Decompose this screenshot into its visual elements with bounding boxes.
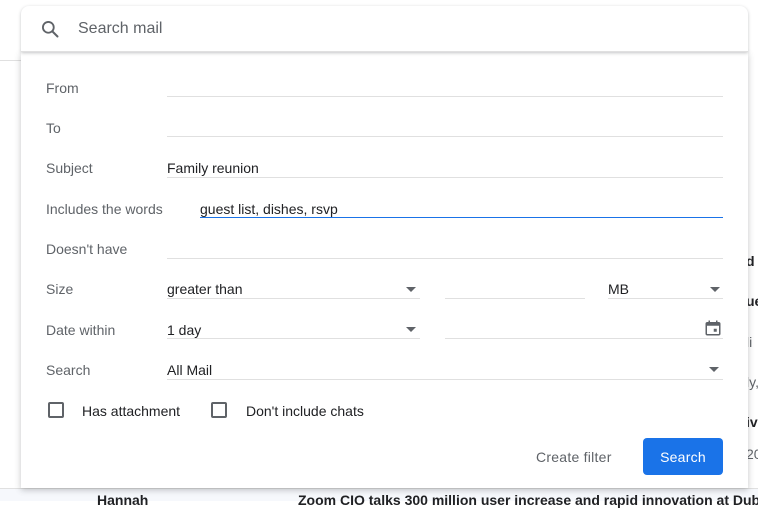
search-input[interactable] bbox=[78, 19, 678, 38]
chevron-down-icon bbox=[406, 327, 416, 332]
search-bar bbox=[21, 6, 748, 52]
subject-label: Subject bbox=[46, 160, 93, 176]
no-chats-label: Don't include chats bbox=[246, 403, 364, 419]
date-within-select[interactable] bbox=[167, 317, 420, 339]
includes-value: guest list, dishes, rsvp bbox=[200, 201, 338, 217]
has-attachment-label: Has attachment bbox=[82, 403, 181, 419]
doesnt-have-field[interactable] bbox=[167, 237, 723, 259]
inbox-divider bbox=[0, 60, 22, 61]
search-in-value: All Mail bbox=[167, 362, 213, 378]
doesnt-have-label: Doesn't have bbox=[46, 241, 128, 257]
no-chats-checkbox[interactable] bbox=[211, 402, 227, 418]
advanced-search-panel: From To Subject Family reunion Includes … bbox=[21, 52, 748, 488]
search-in-select[interactable] bbox=[167, 358, 723, 380]
size-comparator-value: greater than bbox=[167, 281, 243, 297]
inbox-row-sender: Hannah bbox=[97, 492, 149, 508]
inbox-row-subject: Zoom CIO talks 300 million user increase… bbox=[298, 492, 758, 508]
date-field[interactable] bbox=[445, 317, 723, 339]
chevron-down-icon bbox=[710, 287, 720, 292]
size-value-field[interactable] bbox=[445, 277, 585, 299]
calendar-icon[interactable] bbox=[704, 319, 722, 337]
date-within-label: Date within bbox=[46, 322, 116, 338]
chevron-down-icon bbox=[406, 287, 416, 292]
date-within-value: 1 day bbox=[167, 322, 202, 338]
subject-value: Family reunion bbox=[167, 160, 259, 176]
has-attachment-checkbox[interactable] bbox=[48, 402, 64, 418]
search-in-label: Search bbox=[46, 362, 91, 378]
to-label: To bbox=[46, 120, 61, 136]
search-icon[interactable] bbox=[38, 17, 62, 41]
chevron-down-icon bbox=[709, 367, 719, 372]
includes-label: Includes the words bbox=[46, 201, 163, 217]
size-label: Size bbox=[46, 281, 74, 297]
size-unit-value: MB bbox=[608, 281, 629, 297]
search-button[interactable]: Search bbox=[643, 438, 723, 475]
from-field[interactable] bbox=[167, 75, 723, 97]
create-filter-button[interactable]: Create filter bbox=[536, 449, 612, 465]
from-label: From bbox=[46, 80, 79, 96]
to-field[interactable] bbox=[167, 115, 723, 137]
